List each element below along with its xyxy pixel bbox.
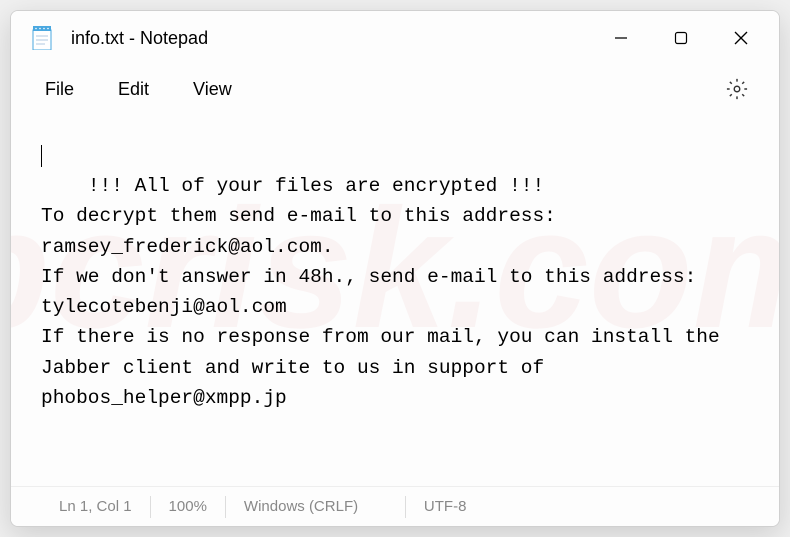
status-position: Ln 1, Col 1 [41,496,151,518]
settings-button[interactable] [717,69,757,109]
menubar: File Edit View [11,65,779,113]
notepad-icon [31,26,53,50]
status-line-ending: Windows (CRLF) [226,496,406,518]
menu-view[interactable]: View [171,71,254,108]
text-cursor [41,145,42,167]
menu-edit[interactable]: Edit [96,71,171,108]
text-area[interactable]: !!! All of your files are encrypted !!! … [11,113,779,486]
window-title: info.txt - Notepad [71,28,591,49]
window-controls [591,18,771,58]
menu-file[interactable]: File [23,71,96,108]
minimize-button[interactable] [591,18,651,58]
statusbar: Ln 1, Col 1 100% Windows (CRLF) UTF-8 [11,486,779,526]
maximize-button[interactable] [651,18,711,58]
document-text: !!! All of your files are encrypted !!! … [41,175,731,409]
notepad-window: pcrisk.com info.txt - Notepad [10,10,780,527]
close-button[interactable] [711,18,771,58]
titlebar[interactable]: info.txt - Notepad [11,11,779,65]
status-zoom: 100% [151,496,226,518]
status-encoding: UTF-8 [406,496,506,518]
